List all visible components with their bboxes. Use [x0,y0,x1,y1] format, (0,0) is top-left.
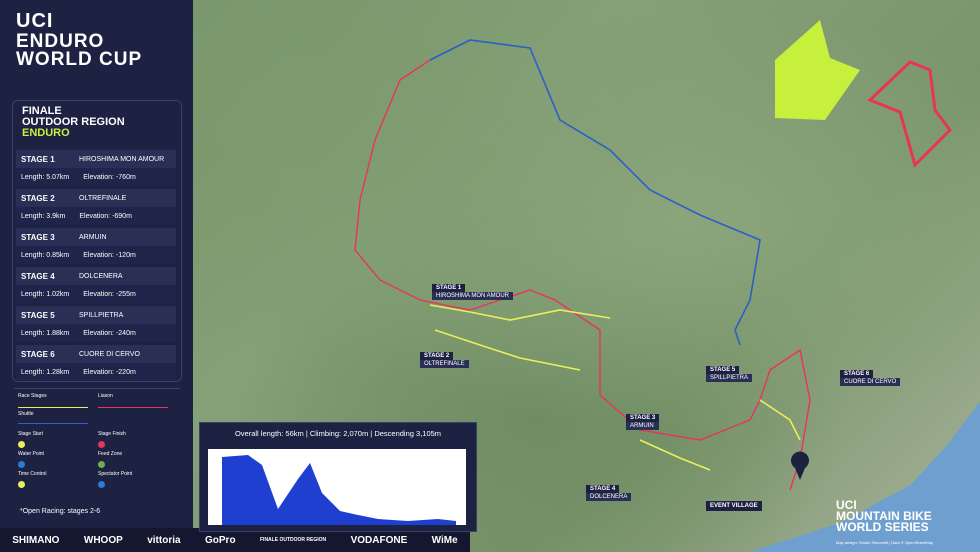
event-village-label: EVENT VILLAGE [706,501,762,511]
stage-4-tag: STAGE 4 [586,485,620,493]
stage-2-tag: STAGE 2 [420,352,454,360]
legend-feed-zone: Feed Zone [98,451,123,457]
sponsor-logo: GoPro [205,534,236,546]
stage-6-tag: STAGE 6 [840,370,874,378]
sponsor-logo: WHOOP [83,534,123,546]
stage-name: CUORE DI CERVO [79,350,140,358]
stage-row: STAGE 3 ARMUIN Length: 0.85km Elevation: -… [16,228,176,264]
stage-name: SPILLPIETRA [79,311,124,319]
map-legend: Race Stages Liason Shuttle Stage Start S… [14,388,180,503]
sponsor-logo: SHIMANO [12,534,60,546]
stage-elevation: Elevation: -240m [83,329,136,337]
stage-5-label: STAGE 5 SPILLPIETRA [706,366,753,382]
map-credit: Map design: Studio Simonetti | Data © Op… [836,540,934,545]
sponsor-logo: FINALE OUTDOOR REGION [260,537,327,543]
stage-number: STAGE 4 [21,271,55,281]
stage-length: Length: 3.9km [21,212,66,220]
stage-length: Length: 5.07km [21,173,70,181]
logo-line2: WORLD CUP [16,49,143,70]
stage-start-icon [18,441,25,448]
stage-length: Length: 1.88km [21,329,70,337]
stage-2-label: STAGE 2 OLTREFINALE [420,352,469,368]
stage-1-name: HIROSHIMA MON AMOUR [432,292,514,300]
stage-row: STAGE 2 OLTREFINALE Length: 3.9km Elevatio… [16,189,176,225]
legend-time-control: Time Control [18,471,47,477]
stage-elevation: Elevation: -690m [79,212,132,220]
stage-length: Length: 0.85km [21,251,70,259]
stage-6-label: STAGE 6 CUORE DI CERVO [840,370,901,386]
sponsor-logo: VODAFONE [350,534,408,546]
sponsor-logo: WiMe [431,534,458,546]
uci-enduro-logo: UCI ENDURO WORLD CUP [16,10,186,69]
region-title: FINALE OUTDOOR REGION ENDURO [22,106,125,139]
stage-3-name: ARMUIN [626,422,660,430]
stage-1-label: STAGE 1 HIROSHIMA MON AMOUR [432,284,514,300]
event-village-marker [790,451,809,480]
uci-mtb-world-series-logo: UCI MOUNTAIN BIKE WORLD SERIES [836,499,932,534]
stage-2-name: OLTREFINALE [420,360,469,368]
feed-zone-icon [98,461,105,468]
time-control-icon [18,481,25,488]
region-line3: ENDURO [22,127,70,139]
stage-length: Length: 1.02km [21,290,70,298]
sidebar: UCI ENDURO WORLD CUP FINALE OUTDOOR REGI… [0,0,193,552]
brand-red-shape [867,60,952,168]
legend-stage-start: Stage Start [18,431,44,437]
legend-spectator-point: Spectator Point [98,471,133,477]
elevation-area [222,455,456,525]
stage-number: STAGE 5 [21,310,55,320]
elevation-profile-panel: Overall length: 56km | Climbing: 2,070m … [199,422,477,532]
stage-elevation: Elevation: -760m [83,173,136,181]
stage-name: HIROSHIMA MON AMOUR [79,155,165,163]
stage-1-tag: STAGE 1 [432,284,466,292]
stage-number: STAGE 6 [21,349,55,359]
sponsor-logo: vittoria [147,534,181,546]
logo-uci: UCI [16,10,54,32]
stage-3-tag: STAGE 3 [626,414,660,422]
stage-row: STAGE 4 DOLCENERA Length: 1.02km Elevation… [16,267,176,303]
stage-6-name: CUORE DI CERVO [840,378,901,386]
legend-water-point: Water Point [18,451,44,457]
stage-number: STAGE 1 [21,154,55,164]
elevation-plot [208,449,466,525]
open-racing-note: *Open Racing: stages 2-6 [20,508,101,515]
stage-5-name: SPILLPIETRA [706,374,753,382]
stage-elevation: Elevation: -120m [83,251,136,259]
legend-shuttle: Shuttle [18,411,34,417]
stage-name: DOLCENERA [79,272,123,280]
water-point-icon [18,461,25,468]
mtb-line2: WORLD SERIES [836,520,929,534]
legend-liason: Liason [98,393,113,399]
shuttle-line-swatch [18,423,88,424]
map-poster: UCI ENDURO WORLD CUP FINALE OUTDOOR REGI… [0,0,980,552]
stage-elevation: Elevation: -255m [83,290,136,298]
stage-number: STAGE 3 [21,232,55,242]
spectator-point-icon [98,481,105,488]
stage-elevation: Elevation: -220m [83,368,136,376]
stage-row: STAGE 1 HIROSHIMA MON AMOUR Length: 5.07k… [16,150,176,186]
stage-routes [429,304,801,471]
stage-name: OLTREFINALE [79,194,127,202]
stage-4-label: STAGE 4 DOLCENERA [586,485,632,501]
stage-5-tag: STAGE 5 [706,366,740,374]
stage-name: ARMUIN [79,233,107,241]
race-line-swatch [18,407,88,408]
stage-row: STAGE 5 SPILLPIETRA Length: 1.88km Elevati… [16,306,176,342]
legend-race-stages: Race Stages [18,393,47,399]
stage-4-name: DOLCENERA [586,493,632,501]
legend-stage-finish: Stage Finish [98,431,126,437]
elevation-graph [222,455,456,525]
stage-finish-icon [98,441,105,448]
liason-line-swatch [98,407,168,408]
stage-length: Length: 1.28km [21,368,70,376]
stage-3-label: STAGE 3 ARMUIN [626,414,660,430]
stage-row: STAGE 6 CUORE DI CERVO Length: 1.28km Elev… [16,345,176,381]
brand-lime-shape [775,20,860,120]
elevation-stats: Overall length: 56km | Climbing: 2,070m … [234,429,442,438]
stage-number: STAGE 2 [21,193,55,203]
